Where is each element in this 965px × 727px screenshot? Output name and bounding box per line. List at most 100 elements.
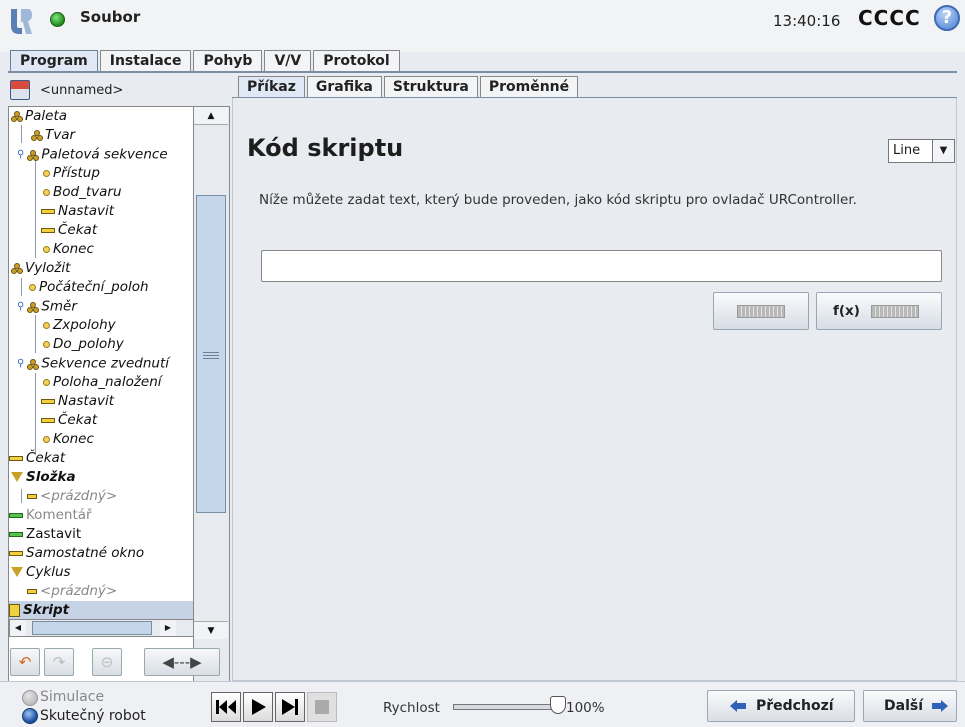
play-button[interactable] — [243, 692, 273, 722]
scroll-right-icon[interactable]: ▶ — [160, 620, 176, 636]
tree-item[interactable]: Konec — [43, 430, 94, 449]
redo-icon[interactable]: ↷ — [44, 648, 74, 676]
help-icon[interactable]: ? — [934, 5, 960, 31]
folder-icon — [11, 472, 23, 482]
tree-item[interactable]: Cyklus — [11, 563, 71, 582]
tab-move[interactable]: Pohyb — [193, 50, 263, 72]
tree-item[interactable]: <prázdný> — [27, 487, 117, 506]
tree-item[interactable]: Přístup — [43, 164, 100, 183]
expression-editor-button[interactable]: f(x) — [816, 292, 942, 330]
line-mode-select[interactable]: Line ▼ — [888, 139, 955, 163]
undo-icon[interactable]: ↶ — [10, 648, 40, 676]
pallet-icon — [11, 111, 22, 122]
popup-icon — [9, 550, 23, 556]
speed-slider-fill — [454, 705, 557, 709]
expand-icon[interactable]: ⚲ — [17, 354, 24, 373]
horizontal-scroll-thumb[interactable] — [32, 621, 152, 635]
play-icon — [252, 699, 266, 715]
vertical-scroll-thumb[interactable] — [196, 195, 226, 513]
tab-structure[interactable]: Struktura — [383, 76, 478, 98]
speed-slider[interactable] — [453, 704, 558, 710]
tab-variables[interactable]: Proměnné — [479, 76, 579, 98]
tab-log[interactable]: Protokol — [313, 50, 400, 72]
previous-label: Předchozí — [756, 698, 834, 714]
simulation-label: Simulace — [40, 689, 105, 705]
main-tabs: Program Instalace Pohyb V/V Protokol — [10, 50, 402, 72]
waypoint-icon — [43, 340, 50, 348]
tab-program[interactable]: Program — [10, 50, 98, 72]
program-tree[interactable]: Paleta Tvar ⚲ Paletová sekvence Přístup B… — [8, 106, 194, 693]
tree-item[interactable]: ⚲ Směr — [17, 297, 77, 316]
speed-value: 100% — [566, 700, 605, 716]
tree-item[interactable]: Paleta — [11, 107, 67, 126]
tree-item-selected[interactable]: Skript — [9, 601, 193, 620]
tree-item[interactable]: <prázdný> — [27, 582, 117, 601]
horizontal-scrollbar[interactable]: ◀ ▶ — [9, 619, 193, 637]
scroll-down-icon[interactable]: ▼ — [194, 621, 228, 639]
speed-slider-knob[interactable] — [550, 696, 566, 714]
skip-to-start-button[interactable] — [211, 692, 241, 722]
tree-item[interactable]: ⚲ Sekvence zvednutí — [17, 354, 169, 373]
stop-button[interactable] — [307, 692, 337, 722]
next-button[interactable]: Další — [863, 690, 957, 722]
robot-status-icon[interactable] — [50, 12, 65, 27]
program-tree-panel: <unnamed> Paleta Tvar ⚲ Paletová sekvence… — [8, 78, 230, 693]
move-node-icon[interactable]: ◀---▶ — [144, 648, 220, 676]
delete-node-icon[interactable]: ⊝ — [92, 648, 122, 676]
tab-command[interactable]: Příkaz — [238, 76, 305, 98]
tree-item[interactable]: Zastavit — [9, 525, 81, 544]
tree-item[interactable]: Zxpolohy — [43, 316, 116, 335]
step-button[interactable] — [275, 692, 305, 722]
tab-graphics[interactable]: Grafika — [306, 76, 382, 98]
file-menu[interactable]: Soubor — [80, 8, 140, 26]
scroll-up-icon[interactable]: ▲ — [194, 107, 228, 125]
vertical-scrollbar[interactable]: ▲ ▼ — [194, 106, 230, 693]
waypoint-icon — [43, 188, 50, 196]
tree-item[interactable]: Konec — [43, 240, 94, 259]
tree-item[interactable]: Vyložit — [11, 259, 70, 278]
previous-button[interactable]: Předchozí — [707, 690, 855, 722]
tab-installation[interactable]: Instalace — [99, 50, 192, 72]
keyboard-button[interactable] — [713, 292, 809, 330]
tree-item[interactable]: Čekat — [41, 411, 97, 430]
grip-icon — [203, 352, 219, 353]
tree-item[interactable]: Počáteční_poloh — [29, 278, 149, 297]
tree-item[interactable]: Nastavit — [41, 392, 114, 411]
tree-item[interactable]: Poloha_naložení — [43, 373, 162, 392]
expand-icon[interactable]: ⚲ — [17, 297, 24, 316]
tree-item[interactable]: Samostatné okno — [9, 544, 144, 563]
ur-logo-icon — [11, 9, 32, 34]
save-icon[interactable] — [10, 80, 30, 100]
tree-guide — [35, 373, 36, 455]
tree-item[interactable]: Komentář — [9, 506, 92, 525]
shape-icon — [31, 130, 42, 141]
tree-item[interactable]: Bod_tvaru — [43, 183, 122, 202]
tab-io[interactable]: V/V — [264, 50, 312, 72]
tree-item[interactable]: Čekat — [41, 221, 97, 240]
wait-icon — [41, 227, 55, 233]
step-forward-icon — [282, 699, 298, 715]
tree-item[interactable]: ⚲ Paletová sekvence — [17, 145, 168, 164]
script-icon — [9, 603, 20, 617]
tree-item[interactable]: Nastavit — [41, 202, 114, 221]
robot-name: CCCC — [858, 6, 921, 30]
tree-item[interactable]: Složka — [11, 468, 76, 487]
program-header: <unnamed> — [8, 78, 230, 106]
tree-item[interactable]: Čekat — [9, 449, 65, 468]
tree-guide — [21, 489, 22, 503]
wait-icon — [9, 455, 23, 461]
arrow-right-icon — [932, 700, 948, 712]
chevron-down-icon[interactable]: ▼ — [932, 140, 954, 162]
tree-item[interactable]: Tvar — [31, 126, 75, 145]
script-code-input[interactable] — [261, 250, 942, 282]
waypoint-icon — [43, 169, 50, 177]
scroll-left-icon[interactable]: ◀ — [10, 620, 26, 636]
waypoint-icon — [43, 435, 50, 443]
tree-item[interactable]: Do_polohy — [43, 335, 124, 354]
waypoint-icon — [43, 245, 50, 253]
set-icon — [41, 398, 55, 404]
stop-icon — [315, 700, 329, 714]
expand-icon[interactable]: ⚲ — [17, 145, 24, 164]
comment-icon — [9, 512, 23, 518]
empty-icon — [27, 588, 37, 594]
